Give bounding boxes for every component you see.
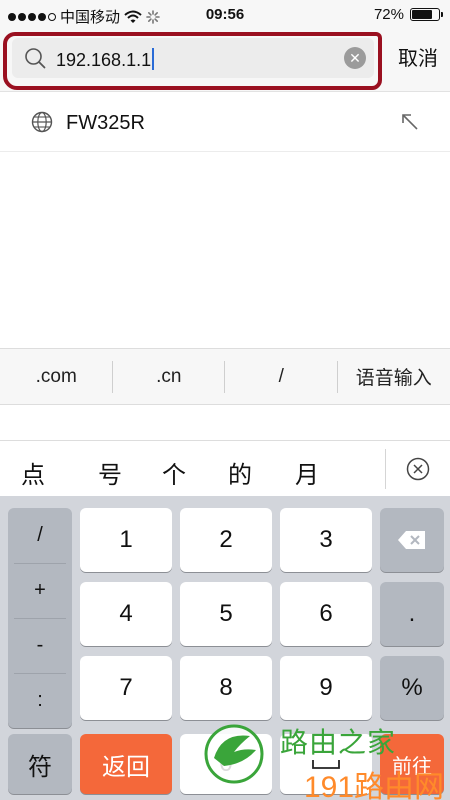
candidate-bar: 点 号 个 的 月 <box>0 440 450 496</box>
backspace-key[interactable] <box>380 508 444 572</box>
key-8[interactable]: 8 <box>180 656 272 720</box>
symbol-column[interactable]: / + - : <box>8 508 72 728</box>
backspace-icon <box>398 531 425 549</box>
key-5[interactable]: 5 <box>180 582 272 646</box>
quick-key-slash[interactable]: / <box>225 360 338 393</box>
candidate-word[interactable]: 的 <box>228 455 252 490</box>
quick-key-com[interactable]: .com <box>0 360 113 393</box>
watermark-text: 路由之家 <box>280 727 397 758</box>
key-2[interactable]: 2 <box>180 508 272 572</box>
quick-key-cn[interactable]: .cn <box>113 360 226 393</box>
candidate-word[interactable]: 个 <box>162 455 186 490</box>
key-minus[interactable]: - <box>8 618 72 673</box>
fill-arrow-icon[interactable] <box>400 112 420 132</box>
watermark-logo-icon <box>204 724 264 784</box>
key-7[interactable]: 7 <box>80 656 172 720</box>
annotation-highlight <box>3 32 382 90</box>
battery-fill <box>412 10 433 19</box>
candidate-word[interactable]: 号 <box>98 455 122 490</box>
key-dot[interactable]: . <box>380 582 444 646</box>
key-6[interactable]: 6 <box>280 582 372 646</box>
back-key[interactable]: 返回 <box>80 734 172 794</box>
suggestion-label: FW325R <box>66 112 145 134</box>
status-bar: 中国移动 09:56 72% <box>0 0 450 30</box>
globe-icon <box>31 111 53 133</box>
status-right: 72% <box>373 6 443 23</box>
symbol-switch-key[interactable]: 符 <box>8 734 72 794</box>
battery-percent: 72% <box>373 6 404 23</box>
search-header: 192.168.1.1 ✕ 取消 <box>0 30 450 92</box>
quick-input-bar: .com .cn / 语音输入 <box>0 348 450 405</box>
voice-input-button[interactable]: 语音输入 <box>338 363 450 390</box>
key-1[interactable]: 1 <box>80 508 172 572</box>
key-slash[interactable]: / <box>8 508 72 563</box>
candidate-word[interactable]: 月 <box>295 455 319 490</box>
candidate-word[interactable]: 点 <box>21 455 45 490</box>
watermark-text: 191路由网 <box>304 771 445 800</box>
key-3[interactable]: 3 <box>280 508 372 572</box>
cancel-button[interactable]: 取消 <box>398 42 438 71</box>
close-candidates-icon[interactable] <box>406 457 430 481</box>
key-plus[interactable]: + <box>8 563 72 618</box>
divider <box>385 449 386 489</box>
battery-icon <box>410 8 443 21</box>
suggestion-item[interactable]: FW325R <box>0 92 450 152</box>
key-percent[interactable]: % <box>380 656 444 720</box>
key-colon[interactable]: : <box>8 673 72 728</box>
key-9[interactable]: 9 <box>280 656 372 720</box>
key-4[interactable]: 4 <box>80 582 172 646</box>
